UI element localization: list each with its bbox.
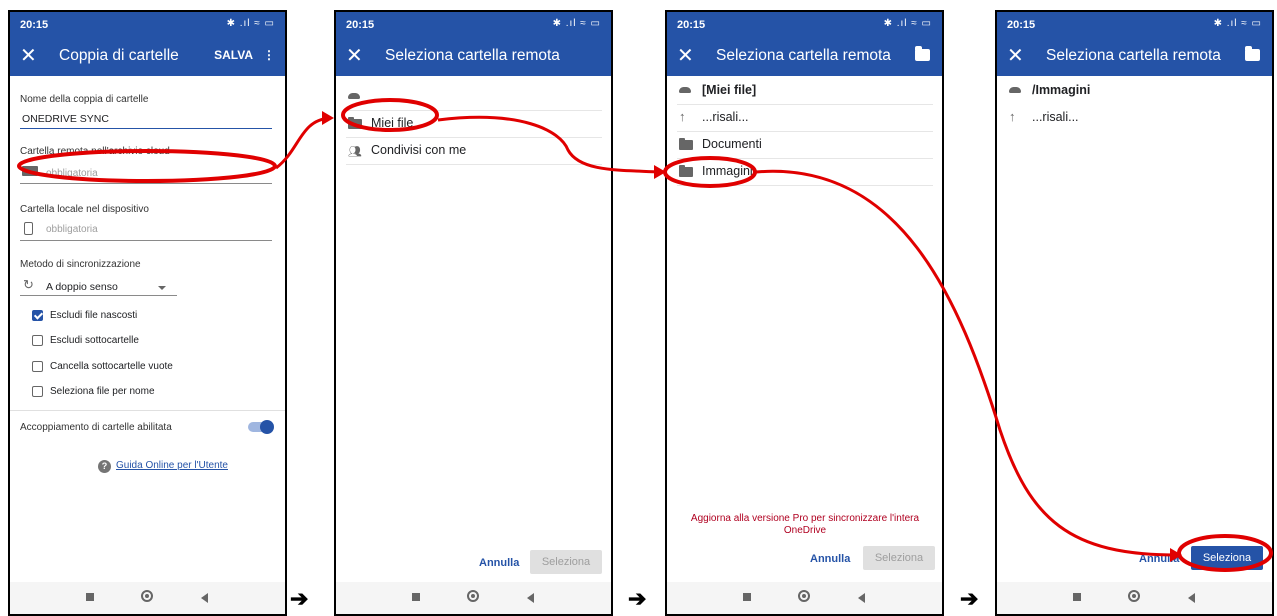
highlight-immagini xyxy=(663,156,757,188)
highlight-remote-field xyxy=(17,149,277,183)
annotation-overlay xyxy=(17,98,1273,572)
flow-arrow-3 xyxy=(755,169,1177,557)
flow-arrow-1 xyxy=(275,116,331,170)
highlight-seleziona xyxy=(1177,534,1273,572)
arrowhead xyxy=(322,111,334,125)
flow-arrow-2 xyxy=(437,115,661,174)
arrowhead xyxy=(654,165,666,179)
highlight-miei-file xyxy=(341,98,439,132)
